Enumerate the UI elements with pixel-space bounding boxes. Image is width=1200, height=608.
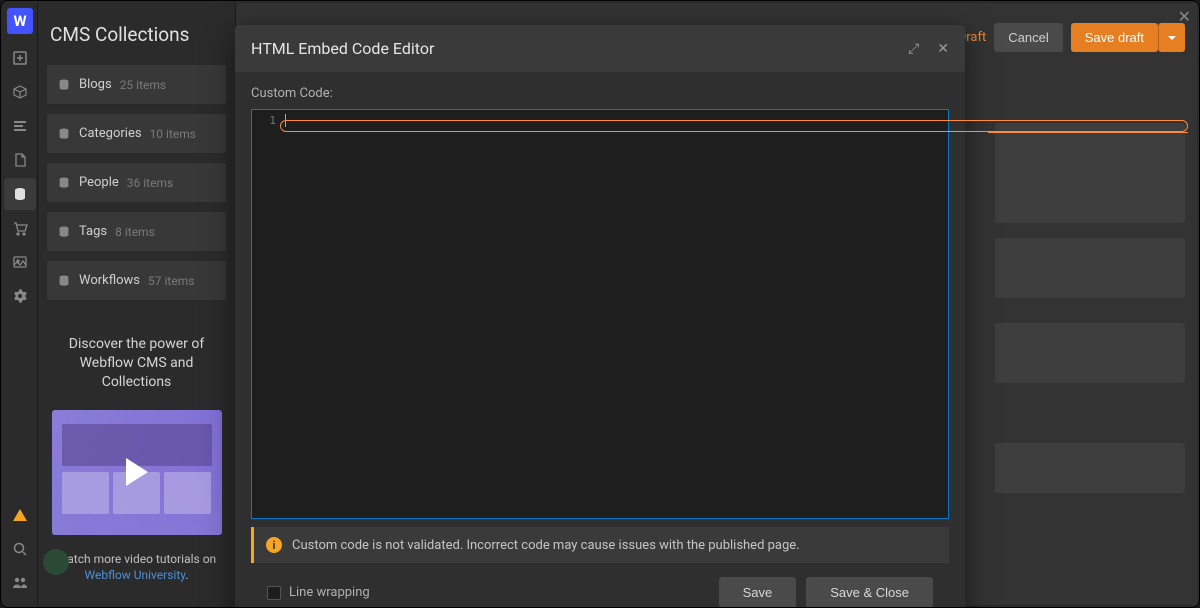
field-label: Custom Code: — [251, 86, 949, 101]
modal-title: HTML Embed Code Editor — [251, 39, 434, 58]
promo-caption: Watch more video tutorials on Webflow Un… — [48, 551, 225, 585]
expand-icon[interactable]: ⤢ — [908, 41, 919, 57]
collection-item-people[interactable]: People 36 items — [46, 162, 227, 203]
search-icon[interactable] — [4, 533, 36, 565]
collection-label: Workflows — [79, 273, 140, 288]
ecommerce-icon[interactable] — [4, 212, 36, 244]
line-wrapping-checkbox[interactable] — [267, 586, 281, 600]
cms-sidebar: CMS Collections Blogs 25 items Categorie… — [38, 3, 236, 605]
line-wrapping-label: Line wrapping — [289, 585, 370, 600]
content-placeholder — [995, 323, 1185, 383]
promo-video-thumb[interactable] — [52, 410, 222, 535]
box-icon[interactable] — [4, 76, 36, 108]
collection-count: 57 items — [148, 274, 194, 288]
cancel-button[interactable]: Cancel — [994, 23, 1062, 52]
add-element-icon[interactable] — [4, 42, 36, 74]
collection-count: 8 items — [115, 225, 155, 239]
collection-label: Categories — [79, 126, 142, 141]
code-textarea[interactable] — [282, 110, 948, 518]
collection-count: 25 items — [120, 78, 166, 92]
database-icon — [57, 127, 71, 141]
warning-badge-icon[interactable] — [4, 499, 36, 531]
save-close-button[interactable]: Save & Close — [806, 577, 933, 608]
save-draft-button[interactable]: Save draft — [1071, 23, 1158, 52]
play-icon — [126, 458, 148, 486]
webflow-university-link[interactable]: Webflow University — [85, 568, 186, 582]
cms-icon[interactable] — [4, 178, 36, 210]
collection-count: 36 items — [127, 176, 173, 190]
database-icon — [57, 225, 71, 239]
content-placeholder — [995, 123, 1185, 223]
users-icon[interactable] — [4, 567, 36, 599]
window-close-icon[interactable]: ✕ — [1178, 7, 1191, 26]
database-icon — [57, 78, 71, 92]
settings-icon[interactable] — [4, 280, 36, 312]
status-indicator — [43, 549, 69, 575]
webflow-logo[interactable]: W — [7, 8, 33, 34]
collection-label: Blogs — [79, 77, 112, 92]
database-icon — [57, 176, 71, 190]
embed-code-modal: HTML Embed Code Editor ⤢ ✕ Custom Code: … — [235, 25, 965, 608]
promo-panel: Discover the power of Webflow CMS and Co… — [48, 335, 225, 584]
code-editor[interactable]: 1 — [251, 109, 949, 519]
nav-rail: W — [3, 3, 38, 605]
save-draft-dropdown[interactable] — [1158, 23, 1185, 52]
pages-icon[interactable] — [4, 144, 36, 176]
line-gutter: 1 — [252, 110, 282, 518]
collection-item-workflows[interactable]: Workflows 57 items — [46, 260, 227, 301]
warning-bar: i Custom code is not validated. Incorrec… — [251, 527, 949, 563]
collection-item-tags[interactable]: Tags 8 items — [46, 211, 227, 252]
save-button[interactable]: Save — [719, 577, 797, 608]
collection-label: Tags — [79, 224, 107, 239]
database-icon — [57, 274, 71, 288]
warning-text: Custom code is not validated. Incorrect … — [292, 538, 800, 553]
content-placeholder — [995, 443, 1185, 493]
assets-icon[interactable] — [4, 246, 36, 278]
navigator-icon[interactable] — [4, 110, 36, 142]
collection-item-blogs[interactable]: Blogs 25 items — [46, 64, 227, 105]
collection-count: 10 items — [150, 127, 196, 141]
content-placeholder — [995, 238, 1185, 298]
collection-item-categories[interactable]: Categories 10 items — [46, 113, 227, 154]
promo-title: Discover the power of Webflow CMS and Co… — [48, 335, 225, 392]
info-icon: i — [266, 537, 282, 553]
close-icon[interactable]: ✕ — [937, 41, 949, 57]
chevron-down-icon — [1167, 33, 1177, 43]
sidebar-title: CMS Collections — [38, 9, 235, 64]
collection-label: People — [79, 175, 119, 190]
